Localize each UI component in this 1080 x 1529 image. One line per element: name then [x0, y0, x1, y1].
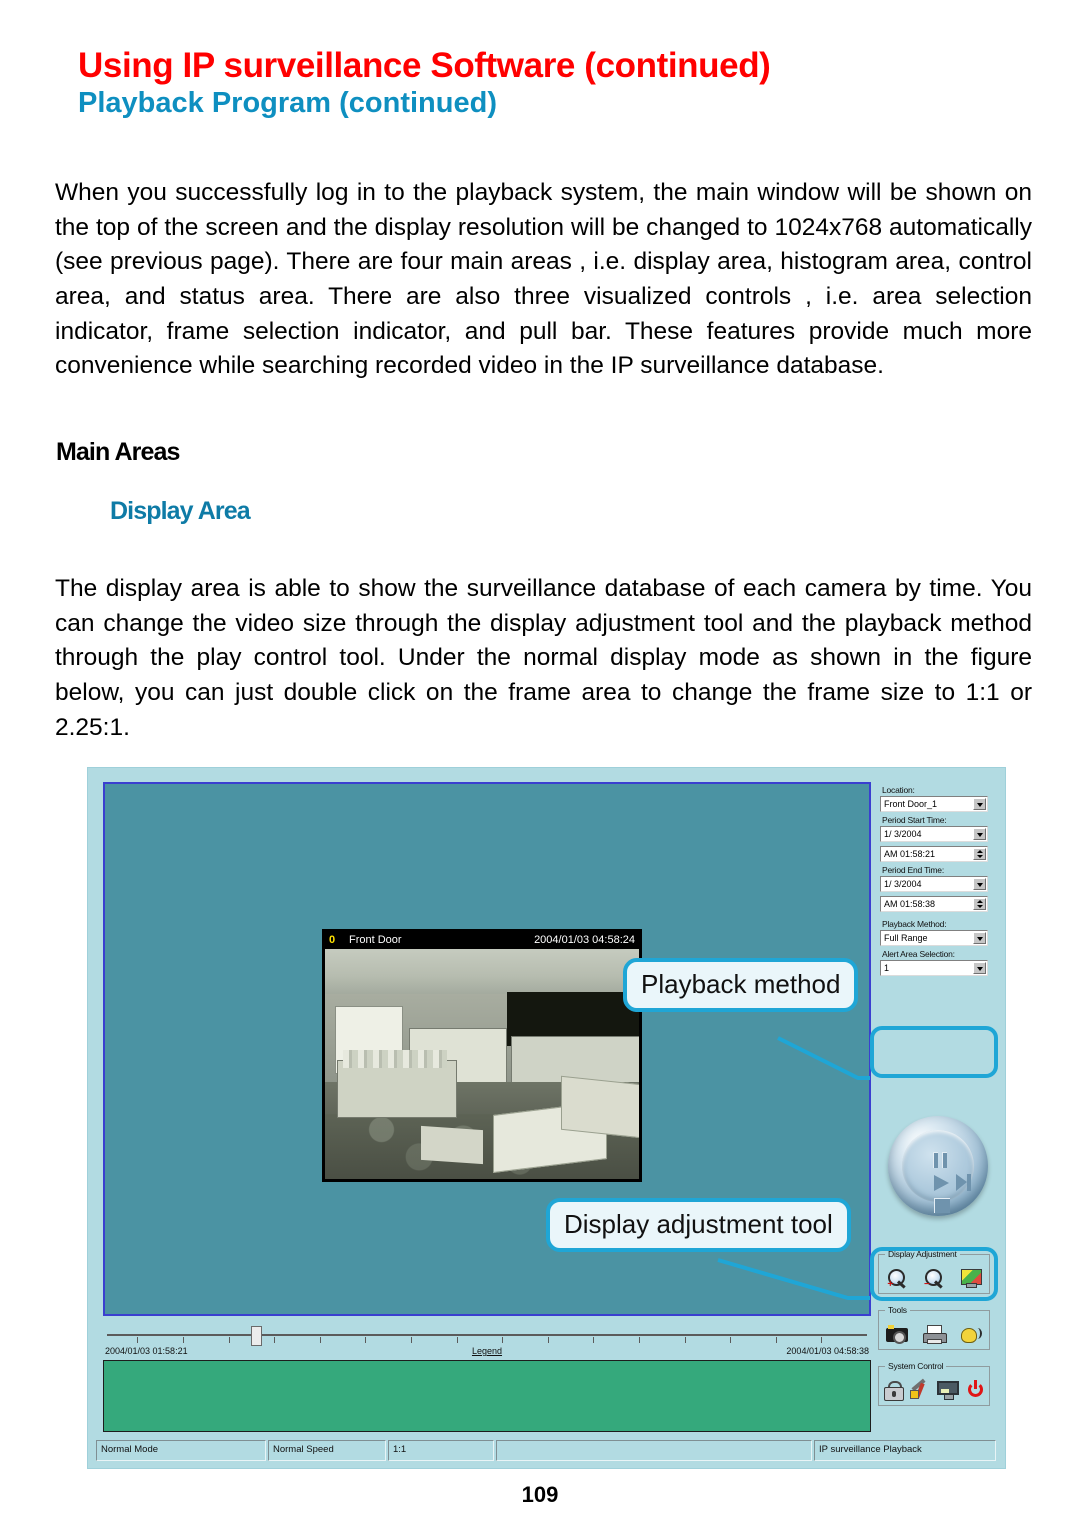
page-number: 109 — [521, 1482, 559, 1507]
video-frame[interactable]: 0 Front Door 2004/01/03 04:58:24 — [322, 929, 642, 1182]
stop-button[interactable] — [934, 1198, 950, 1213]
lock-icon[interactable] — [883, 1380, 904, 1401]
settings-icon[interactable] — [909, 1378, 930, 1400]
snapshot-camera-icon[interactable] — [886, 1325, 909, 1344]
display-adjustment-title: Display Adjustment — [885, 1249, 960, 1259]
timeline-legend-link[interactable]: Legend — [472, 1346, 502, 1356]
play-button[interactable] — [934, 1175, 949, 1191]
pause-button[interactable] — [933, 1152, 949, 1168]
scene-desk — [337, 1060, 457, 1118]
display-color-icon[interactable] — [960, 1268, 982, 1288]
location-label: Location: — [882, 785, 915, 795]
power-icon[interactable] — [966, 1379, 986, 1400]
system-control-title: System Control — [885, 1361, 947, 1371]
scene-desk-clutter — [343, 1050, 447, 1068]
heading-display-area: Display Area — [110, 497, 251, 525]
print-icon[interactable] — [922, 1324, 947, 1344]
display-adjustment-group: Display Adjustment + − — [878, 1249, 990, 1294]
status-speed: Normal Speed — [268, 1440, 386, 1461]
display-area-paragraph-text: The display area is able to show the sur… — [55, 575, 1032, 741]
timeline-start-label: 2004/01/03 01:58:21 — [105, 1346, 188, 1356]
page-title: Using IP surveillance Software (continue… — [78, 46, 771, 85]
next-frame-button[interactable] — [956, 1174, 972, 1191]
chevron-down-icon[interactable] — [973, 798, 986, 810]
scene-box — [421, 1125, 483, 1165]
period-end-time-value: AM 01:58:38 — [884, 899, 936, 909]
period-start-date-value: 1/ 3/2004 — [884, 829, 922, 839]
video-osd-bar: 0 Front Door 2004/01/03 04:58:24 — [325, 932, 639, 949]
intro-paragraph: When you successfully log in to the play… — [55, 176, 1032, 384]
period-end-time-stepper[interactable]: AM 01:58:38 — [880, 896, 988, 912]
chevron-down-icon[interactable] — [973, 878, 986, 890]
control-area-panel: Location: Front Door_1 Period Start Time… — [878, 782, 992, 1316]
sound-icon[interactable] — [960, 1325, 982, 1344]
callout-playback-method: Playback method — [623, 958, 859, 1012]
timeline-thumb[interactable] — [251, 1326, 262, 1346]
status-area: Normal Mode Normal Speed 1:1 IP surveill… — [96, 1440, 996, 1461]
video-camera-name: Front Door — [349, 934, 402, 946]
intro-paragraph-text: When you successfully log in to the play… — [55, 179, 1032, 380]
tools-title: Tools — [885, 1305, 910, 1315]
status-app-name: IP surveillance Playback — [814, 1440, 996, 1461]
period-end-date-select[interactable]: 1/ 3/2004 — [880, 876, 988, 892]
playback-method-value: Full Range — [884, 933, 928, 943]
playback-method-label: Playback Method: — [882, 919, 947, 929]
period-end-date-value: 1/ 3/2004 — [884, 879, 922, 889]
period-start-time-value: AM 01:58:21 — [884, 849, 936, 859]
alert-area-value: 1 — [884, 963, 890, 973]
period-start-date-select[interactable]: 1/ 3/2004 — [880, 826, 988, 842]
chevron-down-icon[interactable] — [973, 828, 986, 840]
heading-main-areas: Main Areas — [56, 438, 180, 466]
spinner-arrows-icon[interactable] — [973, 848, 986, 860]
spinner-arrows-icon[interactable] — [973, 898, 986, 910]
scene-box — [561, 1075, 639, 1139]
status-ratio: 1:1 — [388, 1440, 494, 1461]
page-subtitle: Playback Program (continued) — [78, 86, 497, 119]
video-scene — [325, 932, 639, 1179]
system-control-group: System Control — [878, 1361, 990, 1406]
period-start-label: Period Start Time: — [882, 815, 947, 825]
monitor-icon[interactable] — [936, 1380, 959, 1400]
chevron-down-icon[interactable] — [973, 962, 986, 974]
alert-area-label: Alert Area Selection: — [882, 949, 955, 959]
tools-group: Tools — [878, 1305, 990, 1350]
timeline-ticks — [107, 1337, 867, 1345]
zoom-in-icon[interactable]: + — [886, 1268, 908, 1290]
zoom-out-icon[interactable]: − — [923, 1268, 945, 1290]
video-channel-number: 0 — [329, 934, 336, 946]
timeline-track[interactable] — [107, 1334, 867, 1336]
location-select[interactable]: Front Door_1 — [880, 796, 988, 812]
histogram-area[interactable] — [103, 1360, 871, 1432]
status-message — [496, 1440, 812, 1461]
location-value: Front Door_1 — [884, 799, 938, 809]
page-header: Using IP surveillance Software (continue… — [78, 48, 1018, 118]
period-start-time-stepper[interactable]: AM 01:58:21 — [880, 846, 988, 862]
video-timestamp: 2004/01/03 04:58:24 — [534, 934, 635, 946]
timeline-pull-bar[interactable]: 2004/01/03 01:58:21 Legend 2004/01/03 04… — [103, 1322, 871, 1364]
period-end-label: Period End Time: — [882, 865, 944, 875]
display-area-paragraph: The display area is able to show the sur… — [55, 572, 1032, 745]
timeline-end-label: 2004/01/03 04:58:38 — [786, 1346, 869, 1356]
play-control-inner — [902, 1130, 974, 1213]
chevron-down-icon[interactable] — [973, 932, 986, 944]
playback-method-select[interactable]: Full Range — [880, 930, 988, 946]
play-control-tool[interactable] — [888, 1116, 988, 1216]
screenshot-figure: 0 Front Door 2004/01/03 04:58:24 Locatio… — [87, 767, 1006, 1469]
alert-area-select[interactable]: 1 — [880, 960, 988, 976]
status-mode: Normal Mode — [96, 1440, 266, 1461]
callout-display-adjustment-tool: Display adjustment tool — [546, 1198, 851, 1252]
